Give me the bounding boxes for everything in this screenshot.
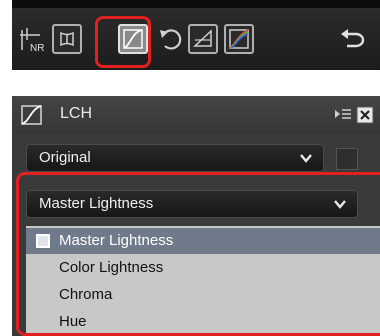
mode-select[interactable]: Original: [26, 144, 324, 172]
rotate-icon: [160, 29, 182, 50]
noise-reduction-icon: NR: [20, 28, 44, 54]
panel-header: LCH: [12, 96, 380, 134]
toolbar-top-strip: [12, 0, 380, 8]
channel-select-highlight: [16, 172, 380, 336]
color-curve-button[interactable]: [224, 24, 254, 54]
undo-icon: [341, 29, 365, 48]
nr-label: NR: [30, 43, 44, 54]
panel-menu-icon[interactable]: [334, 107, 352, 123]
distortion-button[interactable]: [52, 24, 82, 54]
panel-title: LCH: [60, 105, 93, 122]
panel-checkbox[interactable]: [336, 148, 358, 170]
rotate-button[interactable]: [156, 24, 186, 54]
perspective-icon: [193, 29, 212, 47]
mode-select-value: Original: [39, 149, 91, 166]
noise-reduction-button[interactable]: NR: [18, 24, 48, 54]
distortion-icon: [60, 31, 74, 47]
lch-button-highlight: [95, 16, 151, 68]
lch-curve-icon: [21, 105, 42, 125]
toolbar: NR: [12, 0, 380, 70]
undo-button[interactable]: [338, 24, 368, 54]
chevron-down-icon: [300, 154, 312, 163]
close-icon[interactable]: [356, 106, 374, 124]
perspective-button[interactable]: [188, 24, 218, 54]
color-curve-icon: [229, 29, 249, 49]
